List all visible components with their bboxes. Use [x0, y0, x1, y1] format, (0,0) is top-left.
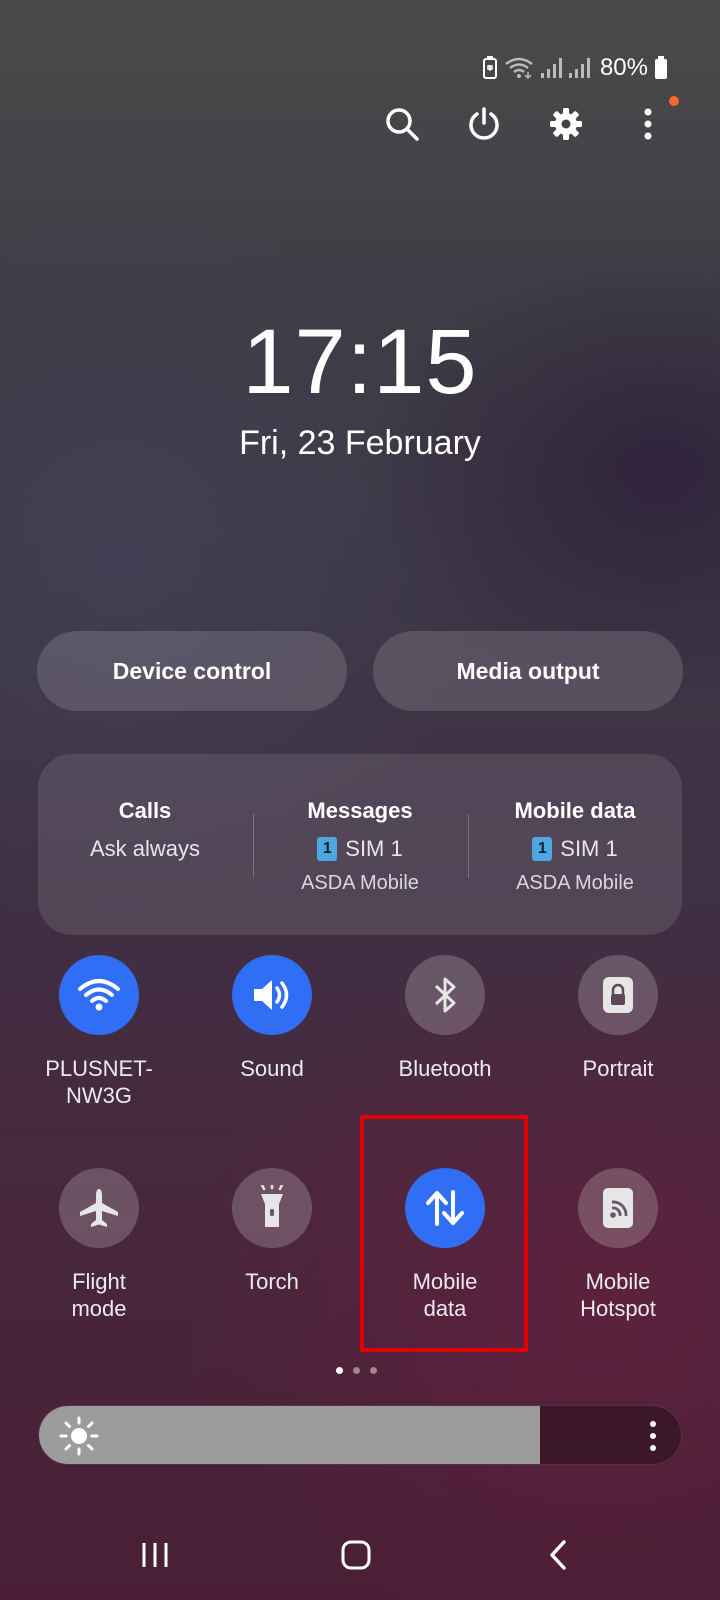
page-dot	[336, 1367, 343, 1374]
signal-icon	[568, 58, 590, 78]
sim-card-icon: 1	[532, 837, 553, 861]
wifi-icon	[505, 57, 533, 80]
tile-bluetooth[interactable]: Bluetooth	[359, 955, 531, 1082]
tile-flight-mode[interactable]: Flight mode	[13, 1168, 185, 1322]
sim-messages-title: Messages	[307, 798, 413, 823]
battery-percent: 80%	[599, 54, 648, 81]
more-options-icon[interactable]	[624, 100, 672, 148]
sim-messages-carrier: ASDA Mobile	[301, 872, 419, 894]
sun-icon	[59, 1416, 99, 1456]
tile-mobile-hotspot[interactable]: Mobile Hotspot	[532, 1168, 704, 1322]
search-icon[interactable]	[378, 100, 426, 148]
sim-messages[interactable]: Messages 1 SIM 1 ASDA Mobile	[253, 754, 467, 935]
sim-calls[interactable]: Calls Ask always	[38, 754, 252, 935]
media-output-button[interactable]: Media output	[373, 631, 683, 711]
tile-label: Mobile Hotspot	[580, 1269, 656, 1321]
sim-card-icon: 1	[317, 837, 338, 861]
highlight-box	[360, 1115, 528, 1352]
sim-mobile-data[interactable]: Mobile data 1 SIM 1 ASDA Mobile	[468, 754, 682, 935]
signal-icon	[540, 58, 562, 78]
wifi-icon	[78, 979, 120, 1011]
tile-label: Flight mode	[71, 1269, 127, 1321]
rotation-lock-icon	[603, 977, 633, 1013]
clock-time: 17:15	[242, 311, 478, 413]
tile-wifi[interactable]: PLUSNET-NW3G	[13, 955, 185, 1109]
tile-label: Torch	[245, 1269, 299, 1294]
flight-mode-toggle[interactable]	[59, 1168, 139, 1248]
clock-date: Fri, 23 February	[239, 424, 481, 462]
recents-icon[interactable]	[125, 1530, 185, 1580]
airplane-icon	[80, 1189, 118, 1227]
status-bar: 80%	[482, 48, 668, 88]
quick-panel-actions	[378, 100, 678, 148]
hotspot-icon	[603, 1188, 633, 1228]
device-control-button[interactable]: Device control	[37, 631, 347, 711]
more-options-icon[interactable]	[649, 1420, 657, 1452]
page-indicator	[336, 1367, 377, 1374]
sim-messages-value: SIM 1	[345, 836, 403, 861]
speaker-icon	[254, 980, 289, 1010]
sim-calls-title: Calls	[118, 798, 172, 823]
sim-mobile-data-title: Mobile data	[514, 798, 636, 823]
bluetooth-toggle[interactable]	[405, 955, 485, 1035]
portrait-toggle[interactable]	[578, 955, 658, 1035]
page-dot	[370, 1367, 377, 1374]
mobile-hotspot-toggle[interactable]	[578, 1168, 658, 1248]
sim-calls-value: Ask always	[89, 836, 201, 861]
tile-label: Sound	[240, 1056, 304, 1081]
sim-mobile-data-carrier: ASDA Mobile	[516, 872, 634, 894]
battery-icon	[655, 56, 667, 79]
bluetooth-icon	[434, 977, 456, 1013]
torch-toggle[interactable]	[232, 1168, 312, 1248]
tile-portrait[interactable]: Portrait	[532, 955, 704, 1082]
sim-mobile-data-value: SIM 1	[560, 836, 618, 861]
tile-torch[interactable]: Torch	[186, 1168, 358, 1295]
page-dot	[353, 1367, 360, 1374]
sound-toggle[interactable]	[232, 955, 312, 1035]
home-icon[interactable]	[326, 1530, 386, 1580]
brightness-level	[39, 1406, 540, 1464]
settings-gear-icon[interactable]	[542, 100, 590, 148]
tile-label: Portrait	[582, 1056, 654, 1081]
flashlight-icon	[260, 1185, 284, 1227]
power-icon[interactable]	[460, 100, 508, 148]
sim-manager-card[interactable]: Calls Ask always Messages 1 SIM 1 ASDA M…	[38, 754, 682, 935]
notification-dot	[669, 96, 679, 106]
wifi-toggle[interactable]	[59, 955, 139, 1035]
tile-label: PLUSNET-NW3G	[45, 1056, 153, 1108]
brightness-slider[interactable]	[38, 1405, 682, 1465]
battery-saver-icon	[482, 56, 497, 79]
tile-sound[interactable]: Sound	[186, 955, 358, 1082]
back-icon[interactable]	[528, 1530, 588, 1580]
tile-label: Bluetooth	[398, 1056, 492, 1081]
navigation-bar	[0, 1530, 720, 1580]
